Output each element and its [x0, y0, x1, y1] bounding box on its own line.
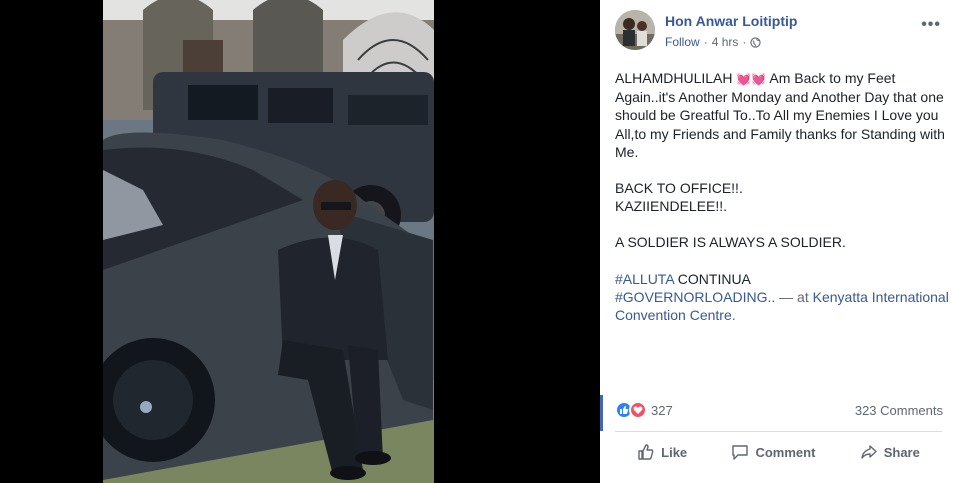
location-prefix: — at — [775, 288, 813, 305]
globe-icon[interactable] — [750, 36, 762, 48]
author-avatar[interactable] — [615, 10, 655, 50]
post-photo[interactable] — [103, 0, 434, 483]
comments-count[interactable]: 323 Comments — [855, 403, 943, 418]
post-meta: Follow · 4 hrs · — [665, 35, 762, 49]
post-side-panel: Hon Anwar Loitiptip Follow · 4 hrs · •••… — [600, 0, 955, 483]
panel-accent-bar — [600, 395, 603, 431]
meta-separator: · — [703, 35, 708, 49]
share-label: Share — [883, 444, 920, 460]
follow-link[interactable]: Follow — [665, 35, 700, 49]
like-label: Like — [661, 444, 688, 460]
comment-label: Comment — [755, 444, 816, 460]
divider — [615, 431, 942, 432]
post-paragraph-1: ALHAMDHULILAH 💓💓 Am Back to my Feet Agai… — [615, 69, 950, 161]
meta-separator-2: · — [742, 35, 747, 49]
post-time[interactable]: 4 hrs — [712, 35, 739, 49]
post-text-greeting: ALHAMDHULILAH — [615, 70, 733, 86]
like-button[interactable]: Like — [637, 443, 687, 461]
hashtag-governorloading[interactable]: #GOVERNORLOADING.. — [615, 289, 775, 305]
hashtag-rest: CONTINUA — [673, 270, 751, 287]
share-button[interactable]: Share — [860, 443, 920, 461]
heart-emoji: 💓💓 — [736, 72, 767, 86]
share-icon — [861, 445, 877, 459]
avatar-image — [615, 10, 655, 50]
reaction-count[interactable]: 327 — [651, 403, 673, 418]
post-text: ALHAMDHULILAH 💓💓 Am Back to my Feet Agai… — [615, 69, 950, 324]
more-options-icon[interactable]: ••• — [921, 16, 941, 34]
post-paragraph-4: #ALLUTA CONTINUA #GOVERNORLOADING.. — at … — [615, 270, 950, 325]
hashtag-alluta[interactable]: #ALLUTA — [615, 271, 674, 287]
action-bar: Like Comment Share — [615, 437, 942, 467]
post-paragraph-2: BACK TO OFFICE!!. KAZIIENDELEE!!. — [615, 180, 743, 215]
post-header: Hon Anwar Loitiptip Follow · 4 hrs · ••• — [615, 10, 945, 54]
love-reaction-icon — [629, 401, 647, 419]
author-name[interactable]: Hon Anwar Loitiptip — [665, 13, 797, 29]
comment-icon — [732, 445, 749, 460]
comment-button[interactable]: Comment — [731, 443, 815, 461]
like-icon — [638, 444, 654, 460]
photo-viewer — [0, 0, 600, 483]
reactions-summary[interactable]: 327 — [615, 400, 673, 420]
post-paragraph-3: A SOLDIER IS ALWAYS A SOLDIER. — [615, 234, 846, 251]
photo-image — [103, 0, 434, 483]
location-end: . — [731, 307, 736, 324]
